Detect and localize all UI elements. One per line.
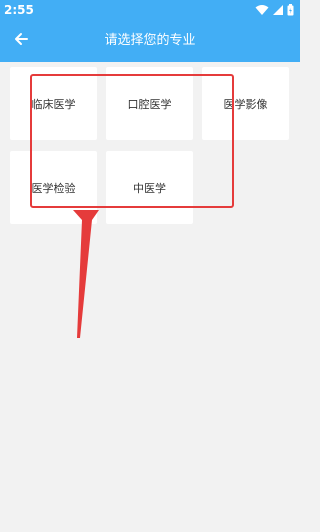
status-bar: 2:55 bbox=[0, 0, 300, 20]
major-label: 临床医学 bbox=[31, 97, 76, 111]
major-card-tcm[interactable]: 中医学 bbox=[106, 151, 193, 224]
major-card-clinical-medicine[interactable]: 临床医学 bbox=[10, 67, 97, 140]
wifi-icon bbox=[255, 1, 269, 20]
app-bar: 请选择您的专业 bbox=[0, 20, 300, 62]
major-card-stomatology[interactable]: 口腔医学 bbox=[106, 67, 193, 140]
major-card-medical-laboratory[interactable]: 医学检验 bbox=[10, 151, 97, 224]
major-grid: 临床医学 口腔医学 医学影像 医学检验 中医学 bbox=[0, 62, 300, 532]
major-card-medical-imaging[interactable]: 医学影像 bbox=[202, 67, 289, 140]
page-title: 请选择您的专业 bbox=[104, 33, 196, 48]
signal-icon bbox=[272, 1, 284, 20]
major-label: 中医学 bbox=[133, 181, 166, 195]
arrow-shape bbox=[73, 210, 99, 338]
major-label: 医学影像 bbox=[223, 97, 268, 111]
status-time: 2:55 bbox=[4, 3, 34, 17]
major-label: 口腔医学 bbox=[127, 97, 172, 111]
major-label: 医学检验 bbox=[31, 181, 76, 195]
status-icons bbox=[255, 3, 294, 17]
battery-icon bbox=[287, 1, 294, 20]
